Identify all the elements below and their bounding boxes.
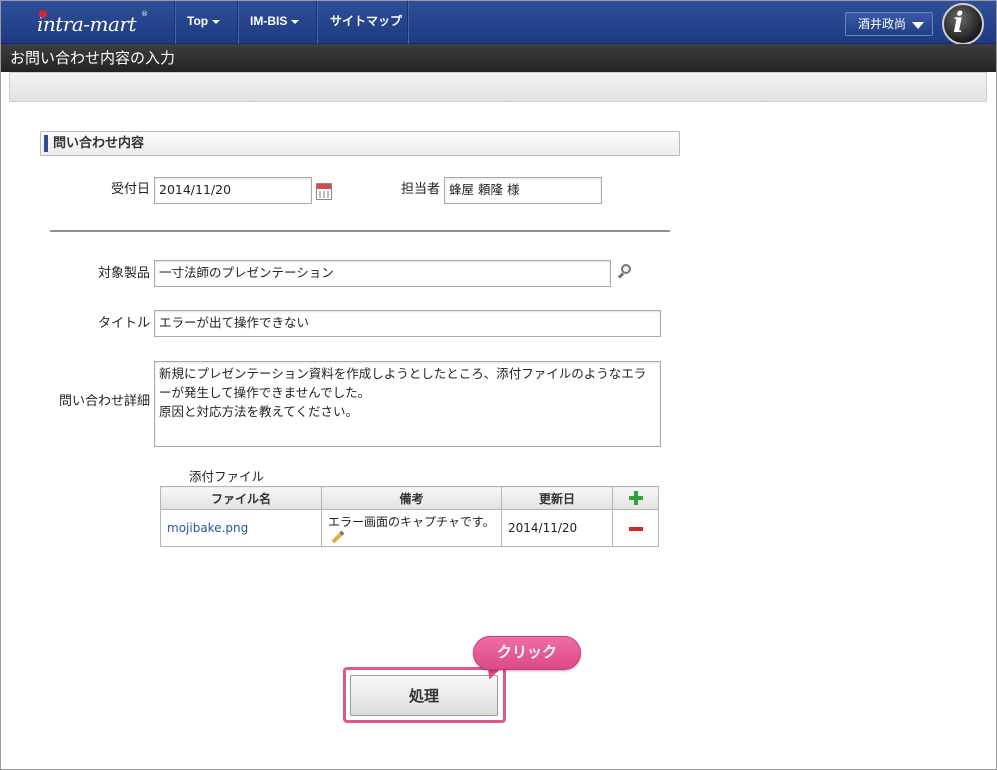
product-field[interactable]: 一寸法師のプレゼンテーション <box>154 260 611 287</box>
logo-text: intra-mart <box>37 12 137 36</box>
nav-sitemap-label: サイトマップ <box>330 14 403 28</box>
table-row: mojibake.png エラー画面のキャプチャです。 2014/11/20 <box>160 509 659 547</box>
logo-dot-icon <box>39 10 47 18</box>
details-textarea[interactable] <box>154 361 661 447</box>
attachment-file-link[interactable]: mojibake.png <box>160 509 322 547</box>
avatar[interactable]: i <box>940 2 988 46</box>
title-field[interactable]: エラーが出て操作できない <box>154 310 661 337</box>
process-button[interactable]: 処理 <box>350 675 498 716</box>
product-label: 対象製品 <box>97 266 150 281</box>
calendar-icon[interactable] <box>316 183 332 200</box>
top-navigation-bar: intra-mart ® Top IM-BIS サイトマップ 酒井政尚 i <box>1 1 996 46</box>
section-header: 問い合わせ内容 <box>40 131 680 156</box>
calendar-icon-header <box>317 184 331 189</box>
chevron-down-icon <box>212 19 221 24</box>
chevron-down-icon <box>912 22 924 29</box>
calendar-icon-grid <box>319 191 329 198</box>
divider <box>50 230 670 232</box>
add-attachment-button[interactable] <box>612 486 659 510</box>
nav-separator <box>407 1 408 44</box>
toolbar <box>9 72 987 102</box>
nav-sitemap-link[interactable]: サイトマップ <box>330 1 402 44</box>
note-text: エラー画面のキャプチャです。 <box>328 514 495 529</box>
title-label: タイトル <box>97 316 150 331</box>
minus-icon <box>628 526 643 531</box>
search-icon-handle <box>617 272 625 279</box>
assignee-label: 担当者 <box>400 182 440 197</box>
details-label: 問い合わせ詳細 <box>58 394 150 409</box>
nav-separator <box>237 1 238 44</box>
nav-imbis-menu[interactable]: IM-BIS <box>250 1 300 44</box>
plus-icon <box>628 491 643 506</box>
section-title: 問い合わせ内容 <box>53 136 145 151</box>
file-name: mojibake.png <box>167 521 249 535</box>
attachments-label: 添付ファイル <box>189 469 265 484</box>
assignee-field[interactable]: 蜂屋 頼隆 様 <box>444 177 602 204</box>
nav-separator <box>174 1 175 44</box>
table-header-row: ファイル名 備考 更新日 <box>160 486 659 510</box>
pencil-edit-icon[interactable] <box>331 530 345 544</box>
attachment-date-cell: 2014/11/20 <box>501 509 613 547</box>
nav-top-menu[interactable]: Top <box>187 1 221 44</box>
remove-attachment-button[interactable] <box>612 509 659 547</box>
page-title: お問い合わせ内容の入力 <box>10 49 176 67</box>
column-header-date: 更新日 <box>501 486 613 510</box>
page-title-bar: お問い合わせ内容の入力 <box>1 44 996 72</box>
received-date-field[interactable]: 2014/11/20 <box>154 177 312 204</box>
date-text: 2014/11/20 <box>508 521 578 535</box>
section-accent-bar <box>44 135 48 152</box>
nav-imbis-label: IM-BIS <box>250 14 288 28</box>
nav-top-label: Top <box>187 14 209 28</box>
received-date-label: 受付日 <box>110 182 150 197</box>
user-menu-dropdown[interactable]: 酒井政尚 <box>845 12 933 36</box>
intra-mart-logo[interactable]: intra-mart ® <box>33 8 153 38</box>
nav-separator <box>316 1 317 44</box>
info-i-icon: i <box>953 6 964 39</box>
user-name: 酒井政尚 <box>858 17 907 31</box>
search-icon[interactable] <box>617 264 633 280</box>
attachment-note-cell: エラー画面のキャプチャです。 <box>321 509 502 547</box>
attachments-table: ファイル名 備考 更新日 mojibake.png エラー画面のキャプチャです。… <box>160 486 659 547</box>
logo-registered-mark: ® <box>141 10 148 18</box>
column-header-note: 備考 <box>321 486 502 510</box>
chevron-down-icon <box>291 19 300 24</box>
click-callout: クリック <box>473 636 581 670</box>
column-header-filename: ファイル名 <box>160 486 322 510</box>
